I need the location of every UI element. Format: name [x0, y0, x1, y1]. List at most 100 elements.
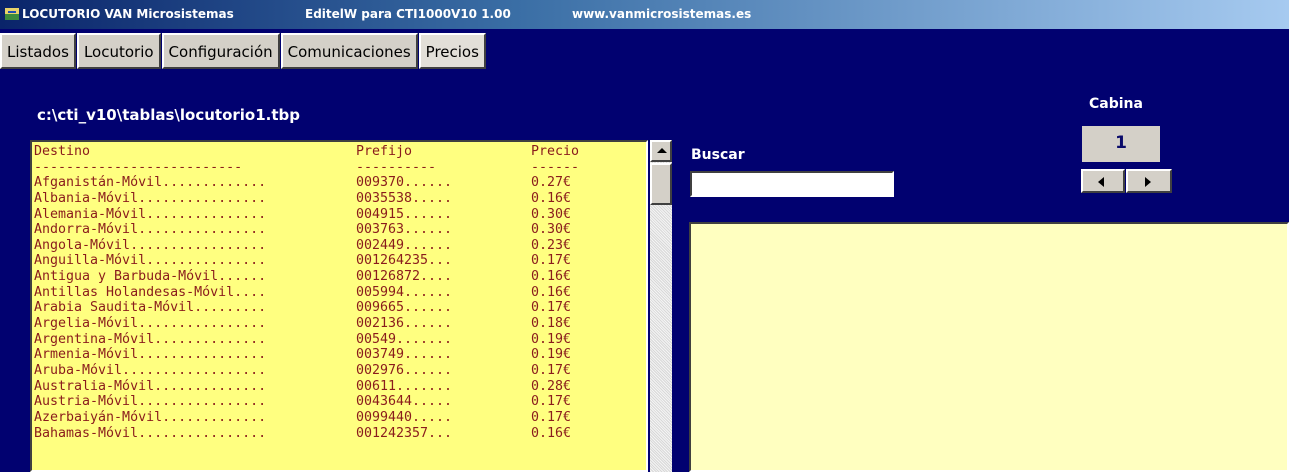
prefijo-cell: 009370......	[356, 175, 453, 191]
website-title: www.vanmicrosistemas.es	[572, 7, 752, 21]
prefijo-cell: 001264235...	[356, 253, 453, 269]
info-panel	[689, 222, 1289, 472]
prefijo-cell: 00611.......	[356, 378, 453, 394]
prefijo-cell: Prefijo	[356, 144, 413, 159]
precio-cell: 0.17€	[531, 409, 572, 425]
destino-cell: Australia-Móvil..............	[34, 378, 267, 394]
search-label: Buscar	[691, 147, 745, 163]
cabina-label: Cabina	[1089, 96, 1143, 112]
precio-cell: 0.17€	[531, 300, 572, 316]
cabina-number: 1	[1082, 126, 1160, 162]
prefijo-cell: 002976......	[356, 362, 453, 378]
prefijo-cell: 003749......	[356, 347, 453, 363]
list-item[interactable]: Andorra-Móvil................ 003763.....…	[34, 222, 611, 238]
prefijo-cell: 004915......	[356, 206, 453, 222]
list-item[interactable]: Arabia Saudita-Móvil......... 009665.....…	[34, 300, 611, 316]
list-item[interactable]: Austria-Móvil................ 0043644....…	[34, 394, 611, 410]
prefijo-cell: 001242357...	[356, 425, 453, 441]
precio-cell: 0.16€	[531, 425, 572, 441]
arrow-right-icon	[1145, 177, 1151, 187]
list-item[interactable]: Aruba-Móvil.................. 002976.....…	[34, 363, 611, 379]
precio-cell: 0.30€	[531, 206, 572, 222]
destino-cell: Angola-Móvil.................	[34, 237, 267, 253]
list-item[interactable]: Albania-Móvil................ 0035538....…	[34, 191, 611, 207]
list-item[interactable]: Argentina-Móvil.............. 00549......…	[34, 332, 611, 348]
app-title: LOCUTORIO VAN Microsistemas	[22, 7, 234, 21]
precio-cell: ------	[531, 159, 580, 175]
precio-cell: 0.16€	[531, 269, 572, 285]
list-item[interactable]: Argelia-Móvil................ 002136.....…	[34, 316, 611, 332]
prefijo-cell: 009665......	[356, 300, 453, 316]
destino-cell: --------------------------	[34, 159, 243, 175]
search-input[interactable]	[690, 171, 894, 197]
prefijo-cell: 003763......	[356, 222, 453, 238]
list-item[interactable]: Armenia-Móvil................ 003749.....…	[34, 347, 611, 363]
app-icon	[5, 8, 19, 20]
destino-cell: Antigua y Barbuda-Móvil......	[34, 269, 267, 285]
precio-cell: 0.19€	[531, 331, 572, 347]
destino-cell: Arabia Saudita-Móvil.........	[34, 300, 267, 316]
tab-listados[interactable]: Listados	[0, 33, 76, 69]
destino-cell: Azerbaiyán-Móvil.............	[34, 409, 267, 425]
scroll-up-icon[interactable]	[650, 140, 672, 162]
prefijo-cell: 00126872....	[356, 269, 453, 285]
tab-comunicaciones[interactable]: Comunicaciones	[280, 33, 418, 69]
destino-cell: Aruba-Móvil..................	[34, 362, 267, 378]
list-item[interactable]: Angola-Móvil................. 002449.....…	[34, 238, 611, 254]
precio-cell: 0.23€	[531, 237, 572, 253]
precio-cell: Precio	[531, 144, 580, 159]
cabina-navigation	[1081, 169, 1172, 193]
destino-cell: Argelia-Móvil................	[34, 316, 267, 332]
list-item[interactable]: Anguilla-Móvil............... 001264235..…	[34, 253, 611, 269]
prefijo-cell: 002136......	[356, 316, 453, 332]
precio-cell: 0.18€	[531, 316, 572, 332]
precio-cell: 0.19€	[531, 347, 572, 363]
scrollbar-thumb[interactable]	[650, 163, 672, 205]
editor-title: EditelW para CTI1000V10 1.00	[305, 7, 511, 21]
prefijo-cell: 0035538.....	[356, 190, 453, 206]
list-item[interactable]: Australia-Móvil.............. 00611......…	[34, 379, 611, 395]
precio-cell: 0.28€	[531, 378, 572, 394]
list-item[interactable]: Bahamas-Móvil................ 001242357..…	[34, 426, 611, 442]
destino-cell: Andorra-Móvil................	[34, 222, 267, 238]
list-header-row[interactable]: Destino Prefijo Precio	[34, 144, 611, 160]
prefijo-cell: 0043644.....	[356, 394, 453, 410]
tab-precios[interactable]: Precios	[418, 33, 486, 69]
tab-locutorio[interactable]: Locutorio	[76, 33, 161, 69]
destino-cell: Austria-Móvil................	[34, 394, 267, 410]
list-separator-row[interactable]: -------------------------- ---------- ----…	[34, 160, 611, 176]
title-bar: LOCUTORIO VAN Microsistemas EditelW para…	[0, 0, 1289, 29]
destino-cell: Bahamas-Móvil................	[34, 425, 267, 441]
prefijo-cell: 005994......	[356, 284, 453, 300]
prefijo-cell: 0099440.....	[356, 409, 453, 425]
precio-cell: 0.16€	[531, 190, 572, 206]
tab-configuracion[interactable]: Configuración	[161, 33, 280, 69]
destino-cell: Anguilla-Móvil...............	[34, 253, 267, 269]
precio-cell: 0.17€	[531, 394, 572, 410]
list-item[interactable]: Azerbaiyán-Móvil............. 0099440....…	[34, 410, 611, 426]
precio-cell: 0.30€	[531, 222, 572, 238]
destino-cell: Antillas Holandesas-Móvil....	[34, 284, 267, 300]
list-item[interactable]: Antillas Holandesas-Móvil.... 005994.....…	[34, 285, 611, 301]
next-cabina-button[interactable]	[1126, 169, 1172, 193]
price-list[interactable]: Destino Prefijo Precio --------------------…	[30, 140, 648, 472]
destino-cell: Argentina-Móvil..............	[34, 331, 267, 347]
tab-bar: Listados Locutorio Configuración Comunic…	[0, 33, 487, 69]
destino-cell: Albania-Móvil................	[34, 190, 267, 206]
destino-cell: Afganistán-Móvil.............	[34, 175, 267, 191]
list-item[interactable]: Alemania-Móvil............... 004915.....…	[34, 207, 611, 223]
arrow-left-icon	[1098, 177, 1104, 187]
precio-cell: 0.27€	[531, 175, 572, 191]
previous-cabina-button[interactable]	[1081, 169, 1125, 193]
list-item[interactable]: Antigua y Barbuda-Móvil...... 00126872...…	[34, 269, 611, 285]
price-list-content: Destino Prefijo Precio --------------------…	[34, 144, 611, 441]
precio-cell: 0.17€	[531, 253, 572, 269]
file-path-label: c:\cti_v10\tablas\locutorio1.tbp	[37, 106, 301, 124]
list-item[interactable]: Afganistán-Móvil............. 009370.....…	[34, 175, 611, 191]
price-list-scrollbar[interactable]	[650, 140, 672, 472]
destino-cell: Armenia-Móvil................	[34, 347, 267, 363]
destino-cell: Destino	[34, 144, 91, 159]
destino-cell: Alemania-Móvil...............	[34, 206, 267, 222]
precio-cell: 0.17€	[531, 362, 572, 378]
prefijo-cell: ----------	[356, 159, 437, 175]
